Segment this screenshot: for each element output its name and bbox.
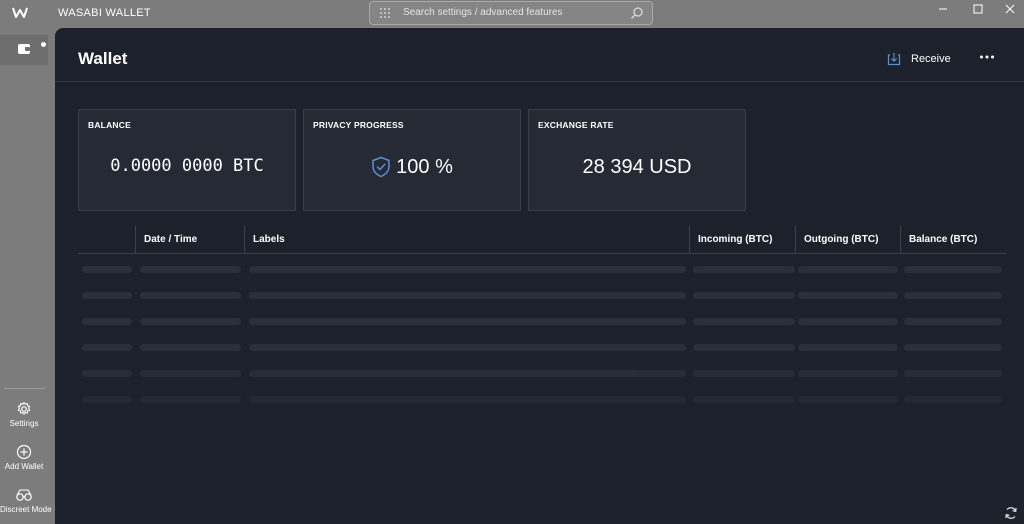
skeleton-row [55, 370, 1024, 377]
sidebar-item-settings[interactable]: Settings [0, 401, 48, 428]
plus-circle-icon [16, 444, 32, 460]
privacy-progress-tile: PRIVACY PROGRESS 100 % [303, 109, 521, 211]
skeleton-cell [798, 318, 898, 325]
skeleton-cell [82, 266, 132, 273]
skeleton-cell [904, 318, 1002, 325]
skeleton-cell [904, 396, 1002, 403]
skeleton-cell [798, 370, 898, 377]
add-wallet-label: Add Wallet [4, 462, 44, 471]
skeleton-cell [904, 344, 1002, 351]
skeleton-cell [140, 266, 241, 273]
header-divider [55, 81, 1024, 82]
skeleton-cell [140, 344, 241, 351]
grid-icon [380, 8, 390, 18]
column-header-incoming[interactable]: Incoming (BTC) [689, 226, 795, 254]
column-header-labels[interactable]: Labels [244, 226, 689, 254]
skeleton-cell [140, 292, 241, 299]
skeleton-row [55, 266, 1024, 273]
wasabi-logo-icon [12, 7, 28, 18]
sidebar: Settings Add Wallet Discreet Mode [0, 26, 55, 524]
exchange-rate-title: EXCHANGE RATE [538, 120, 614, 130]
skeleton-cell [140, 370, 241, 377]
table-header-divider [78, 253, 1006, 254]
close-icon[interactable] [1003, 2, 1017, 16]
search-icon [631, 7, 643, 19]
sidebar-item-discreet-mode[interactable]: Discreet Mode [0, 487, 52, 514]
skeleton-row [55, 318, 1024, 325]
skeleton-cell [693, 292, 795, 299]
skeleton-cell [82, 396, 132, 403]
skeleton-cell [249, 292, 686, 299]
skeleton-cell [249, 370, 686, 377]
search-input[interactable]: Search settings / advanced features [369, 1, 653, 25]
skeleton-cell [798, 396, 898, 403]
receive-icon [887, 53, 901, 66]
balance-title: BALANCE [88, 120, 131, 130]
sidebar-divider [4, 388, 45, 389]
skeleton-cell [798, 344, 898, 351]
discreet-mode-label: Discreet Mode [0, 505, 52, 514]
skeleton-row [55, 396, 1024, 403]
balance-value: 0.0000 0000 BTC [110, 156, 264, 176]
skeleton-cell [904, 266, 1002, 273]
glasses-icon [16, 489, 32, 501]
search-placeholder: Search settings / advanced features [403, 7, 563, 18]
column-header-blank [78, 226, 135, 254]
column-header-outgoing[interactable]: Outgoing (BTC) [795, 226, 900, 254]
minimize-icon[interactable] [936, 2, 950, 16]
notification-dot [41, 42, 46, 47]
column-header-balance[interactable]: Balance (BTC) [900, 226, 1006, 254]
skeleton-row [55, 292, 1024, 299]
skeleton-cell [904, 292, 1002, 299]
skeleton-cell [693, 396, 795, 403]
receive-button[interactable]: Receive [887, 50, 951, 68]
skeleton-cell [798, 292, 898, 299]
skeleton-cell [693, 266, 795, 273]
title-bar: WASABI WALLET Search settings / advanced… [0, 0, 1024, 26]
wallet-icon [18, 44, 30, 54]
exchange-rate-tile: EXCHANGE RATE 28 394 USD [528, 109, 746, 211]
skeleton-cell [249, 266, 686, 273]
shield-check-icon [372, 156, 390, 177]
more-options-icon[interactable] [979, 53, 995, 61]
maximize-icon[interactable] [971, 2, 985, 16]
app-title: WASABI WALLET [58, 7, 151, 19]
skeleton-cell [693, 318, 795, 325]
skeleton-cell [693, 344, 795, 351]
skeleton-cell [82, 344, 132, 351]
transactions-table-header: Date / Time Labels Incoming (BTC) Outgoi… [78, 226, 1006, 254]
skeleton-row [55, 344, 1024, 351]
exchange-rate-value: 28 394 USD [582, 156, 692, 178]
settings-label: Settings [9, 419, 39, 428]
page-title: Wallet [78, 49, 128, 68]
sync-icon[interactable] [1004, 506, 1018, 520]
skeleton-cell [82, 292, 132, 299]
privacy-progress-value-row: 100 % [304, 156, 520, 179]
skeleton-cell [249, 344, 686, 351]
privacy-progress-value: 100 % [396, 156, 453, 178]
receive-label: Receive [911, 53, 951, 65]
column-header-date-time[interactable]: Date / Time [135, 226, 244, 254]
sidebar-item-add-wallet[interactable]: Add Wallet [0, 444, 48, 471]
skeleton-cell [249, 318, 686, 325]
skeleton-cell [249, 396, 686, 403]
main-panel: Wallet Receive BALANCE 0.0000 0000 BTC P… [55, 28, 1024, 524]
balance-tile: BALANCE 0.0000 0000 BTC [78, 109, 296, 211]
gear-icon [17, 401, 31, 415]
sidebar-item-wallet[interactable] [0, 35, 48, 65]
skeleton-cell [693, 370, 795, 377]
skeleton-cell [140, 396, 241, 403]
skeleton-cell [140, 318, 241, 325]
skeleton-cell [82, 370, 132, 377]
skeleton-cell [904, 370, 1002, 377]
privacy-progress-title: PRIVACY PROGRESS [313, 120, 404, 130]
skeleton-cell [798, 266, 898, 273]
skeleton-cell [82, 318, 132, 325]
